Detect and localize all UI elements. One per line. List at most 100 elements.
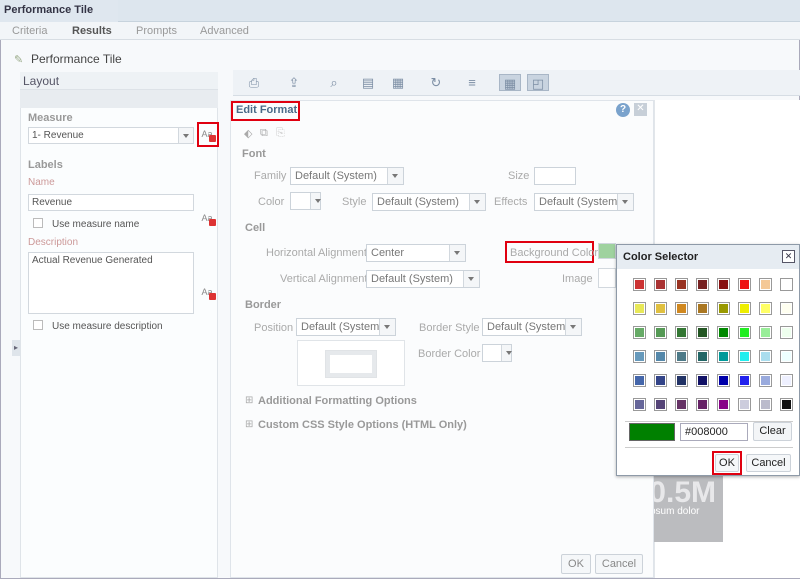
edit-properties-icon[interactable]: ▤	[359, 74, 377, 91]
edit-format-ok-button[interactable]: OK	[561, 554, 591, 574]
tab-advanced[interactable]: Advanced	[200, 25, 249, 37]
color-swatch[interactable]	[759, 326, 772, 339]
color-swatch[interactable]	[759, 278, 772, 291]
color-swatch[interactable]	[675, 278, 688, 291]
paste-format-icon[interactable]: ⎘	[276, 127, 285, 140]
color-swatch[interactable]	[633, 278, 646, 291]
color-swatch[interactable]	[717, 302, 730, 315]
additional-formatting-options[interactable]: Additional Formatting Options	[258, 395, 417, 407]
color-swatch[interactable]	[654, 302, 667, 315]
color-swatch[interactable]	[780, 302, 793, 315]
color-swatch[interactable]	[675, 350, 688, 363]
print-icon[interactable]: ⎙	[245, 74, 263, 91]
color-swatch[interactable]	[675, 398, 688, 411]
color-swatch[interactable]	[780, 278, 793, 291]
color-swatch[interactable]	[654, 398, 667, 411]
close-icon[interactable]: ✕	[782, 250, 795, 263]
hex-color-input[interactable]: #008000	[680, 423, 748, 441]
table-view-icon[interactable]: ▦	[499, 74, 521, 91]
use-measure-name-checkbox[interactable]	[33, 218, 43, 228]
tab-results[interactable]: Results	[72, 25, 112, 37]
color-swatch[interactable]	[738, 302, 751, 315]
color-swatch[interactable]	[654, 350, 667, 363]
color-swatch[interactable]	[738, 278, 751, 291]
color-swatch[interactable]	[759, 398, 772, 411]
clear-format-icon[interactable]: ⬖	[244, 127, 252, 140]
color-swatch[interactable]	[759, 350, 772, 363]
color-swatch[interactable]	[759, 302, 772, 315]
name-format-icon[interactable]: Aa	[199, 210, 216, 226]
font-size-field[interactable]	[534, 167, 576, 185]
color-swatch[interactable]	[780, 374, 793, 387]
refresh-icon[interactable]: ↻	[427, 74, 445, 91]
color-swatch[interactable]	[675, 374, 688, 387]
border-style-select[interactable]: Default (System)	[482, 318, 582, 336]
color-swatch[interactable]	[633, 302, 646, 315]
custom-css-options[interactable]: Custom CSS Style Options (HTML Only)	[258, 419, 467, 431]
copy-format-icon[interactable]: ⧉	[260, 127, 268, 140]
color-swatch[interactable]	[654, 326, 667, 339]
color-swatch[interactable]	[717, 398, 730, 411]
color-swatch[interactable]	[696, 326, 709, 339]
color-swatch[interactable]	[717, 326, 730, 339]
measure-select[interactable]: 1- Revenue	[28, 127, 194, 144]
color-swatch[interactable]	[717, 374, 730, 387]
color-swatch[interactable]	[696, 398, 709, 411]
image-picker[interactable]	[598, 268, 616, 288]
color-swatch[interactable]	[696, 278, 709, 291]
border-color-picker[interactable]	[482, 344, 512, 362]
help-icon[interactable]: ?	[616, 103, 630, 117]
sql-icon[interactable]: ≡	[463, 74, 481, 91]
name-field[interactable]: Revenue	[28, 194, 194, 211]
color-swatch[interactable]	[633, 326, 646, 339]
export-icon[interactable]: ⇪	[285, 74, 303, 91]
color-cancel-button[interactable]: Cancel	[746, 454, 791, 472]
color-swatch[interactable]	[738, 326, 751, 339]
color-swatch[interactable]	[738, 398, 751, 411]
color-swatch[interactable]	[654, 374, 667, 387]
color-swatch[interactable]	[780, 398, 793, 411]
border-position-select[interactable]: Default (System)	[296, 318, 396, 336]
horizontal-alignment-select[interactable]: Center	[366, 244, 466, 262]
expand-icon[interactable]: ⊞	[245, 395, 253, 406]
color-swatch[interactable]	[717, 278, 730, 291]
tab-prompts[interactable]: Prompts	[136, 25, 177, 37]
background-color-swatch[interactable]	[598, 243, 616, 259]
color-swatch[interactable]	[717, 350, 730, 363]
color-swatch[interactable]	[675, 302, 688, 315]
color-swatch[interactable]	[654, 278, 667, 291]
chevron-down-icon	[178, 128, 193, 143]
color-swatch[interactable]	[633, 398, 646, 411]
description-format-icon[interactable]: Aa	[199, 284, 216, 300]
tab-criteria[interactable]: Criteria	[12, 25, 47, 37]
clear-color-button[interactable]: Clear	[753, 422, 792, 441]
color-swatch[interactable]	[633, 350, 646, 363]
color-swatch[interactable]	[696, 374, 709, 387]
color-swatch[interactable]	[738, 374, 751, 387]
edit-format-icon[interactable]: Aa	[199, 126, 216, 142]
color-swatch[interactable]	[780, 350, 793, 363]
use-measure-description-checkbox[interactable]	[33, 320, 43, 330]
font-style-select[interactable]: Default (System)	[372, 193, 486, 211]
border-preview-box[interactable]	[325, 350, 377, 378]
vertical-alignment-select[interactable]: Default (System)	[366, 270, 480, 288]
close-icon[interactable]: ✕	[634, 103, 647, 116]
description-field[interactable]: Actual Revenue Generated	[28, 252, 194, 314]
format-icon[interactable]: ▦	[389, 74, 407, 91]
color-swatch[interactable]	[696, 302, 709, 315]
expand-icon[interactable]: ⊞	[245, 419, 253, 430]
font-family-select[interactable]: Default (System)	[290, 167, 404, 185]
color-ok-button[interactable]: OK	[715, 454, 739, 472]
collapse-handle[interactable]: ▸	[12, 340, 20, 356]
font-color-picker[interactable]	[290, 192, 321, 210]
font-effects-select[interactable]: Default (System)	[534, 193, 634, 211]
color-swatch[interactable]	[696, 350, 709, 363]
color-swatch[interactable]	[759, 374, 772, 387]
color-swatch[interactable]	[633, 374, 646, 387]
tile-view-icon[interactable]: ◰	[527, 74, 549, 91]
color-swatch[interactable]	[780, 326, 793, 339]
preview-icon[interactable]: ⌕	[325, 74, 343, 91]
color-swatch[interactable]	[675, 326, 688, 339]
edit-format-cancel-button[interactable]: Cancel	[595, 554, 643, 574]
color-swatch[interactable]	[738, 350, 751, 363]
